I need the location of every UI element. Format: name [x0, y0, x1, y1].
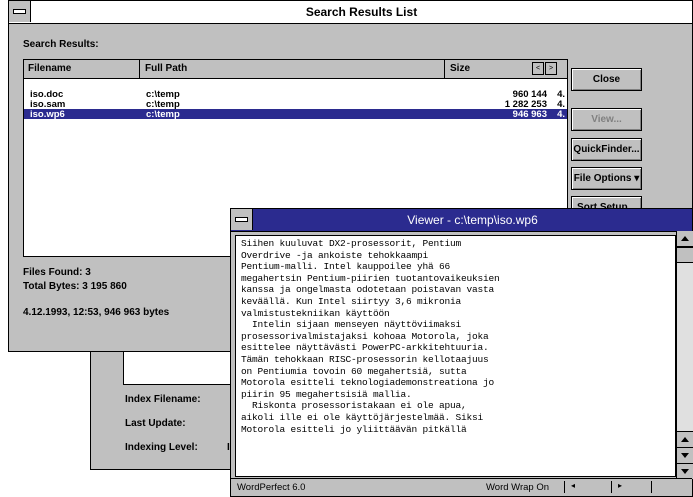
- search-window-title: Search Results List: [305, 5, 418, 19]
- table-row[interactable]: iso.sam c:\temp 1 282 253 4.: [24, 99, 567, 110]
- text-line: megahertsin Pentium-piirien tuotantovaik…: [241, 272, 500, 284]
- column-header-filename[interactable]: Filename: [28, 63, 71, 74]
- viewer-vertical-scrollbar[interactable]: [676, 231, 693, 479]
- indexing-level-label: Indexing Level:: [125, 442, 198, 453]
- text-line: Tämän tehokkaan RISC-prosessorin kellota…: [241, 353, 489, 365]
- total-bytes-text: Total Bytes: 3 195 860: [23, 281, 127, 292]
- text-line: prosessorivalmistajaksi kohoaa Motorola,…: [241, 330, 489, 342]
- text-line: kanssa ja ongelmasta odotetaan poistavan…: [241, 284, 495, 296]
- index-filename-label: Index Filename:: [125, 394, 201, 405]
- text-line: Riskonta prosessoristakaan ei ole apua,: [241, 400, 467, 412]
- viewer-text-area[interactable]: Siihen kuuluvat DX2-prosessorit, Pentium…: [235, 235, 676, 477]
- text-line: on Pentiumia tovoin 60 megahertsiä, sutt…: [241, 365, 467, 377]
- results-header: Filename Full Path Size < >: [24, 60, 567, 79]
- file-options-button[interactable]: File Options ▾: [571, 167, 642, 190]
- text-line: esittelee näyttävästi PowerPC-arkkitehtu…: [241, 342, 489, 354]
- search-title-bar[interactable]: Search Results List: [9, 1, 692, 24]
- text-line: Motorola esitteli teknologiademonstreati…: [241, 377, 495, 389]
- text-line: piirin 95 megahertsisiä mallia.: [241, 388, 412, 400]
- viewer-window-title: Viewer - c:\temp\iso.wp6: [407, 213, 538, 227]
- text-line: aikoli ille ei ole käyttöjärjestelmää. S…: [241, 411, 484, 423]
- text-line: Intelin sijaan menseyen näyttöviimaksi: [241, 319, 462, 331]
- scroll-down-arrow-icon[interactable]: [677, 447, 693, 463]
- text-line: Overdrive -ja ankoiste tehokkaampi: [241, 249, 429, 261]
- table-row-selected[interactable]: iso.wp6 c:\temp 946 963 4.: [24, 109, 567, 120]
- row-path: c:\temp: [146, 109, 180, 120]
- text-line: keväällä. Kun Intel siirtyy 3,6 mikronia: [241, 295, 462, 307]
- close-button[interactable]: Close: [571, 68, 642, 91]
- last-update-label: Last Update:: [125, 418, 186, 429]
- status-app-name: WordPerfect 6.0: [237, 482, 306, 493]
- status-prev-icon[interactable]: ◂: [564, 481, 581, 493]
- page-down-icon[interactable]: [677, 463, 693, 479]
- column-next-button[interactable]: >: [545, 62, 557, 75]
- row-size: 946 963: [512, 109, 547, 120]
- status-word-wrap: Word Wrap On: [486, 482, 550, 493]
- column-prev-button[interactable]: <: [532, 62, 544, 75]
- selected-file-info: 4.12.1993, 12:53, 946 963 bytes: [23, 307, 170, 318]
- row-extra: 4.: [557, 109, 565, 120]
- row-filename: iso.wp6: [30, 109, 65, 120]
- text-line: Motorola esitteli jo yliittäävän pitkäll…: [241, 423, 467, 435]
- column-header-size[interactable]: Size: [450, 63, 470, 74]
- page-up-icon[interactable]: [677, 431, 693, 447]
- system-menu-icon[interactable]: [231, 209, 253, 230]
- scroll-up-arrow-icon[interactable]: [677, 231, 693, 247]
- viewer-text: Siihen kuuluvat DX2-prosessorit, Pentium…: [241, 238, 500, 435]
- view-button[interactable]: View...: [571, 108, 642, 131]
- status-next-icon[interactable]: ▸: [611, 481, 628, 493]
- text-line: Siihen kuuluvat DX2-prosessorit, Pentium: [241, 238, 462, 249]
- scroll-thumb[interactable]: [677, 247, 693, 263]
- search-results-label: Search Results:: [23, 39, 99, 50]
- viewer-window: Viewer - c:\temp\iso.wp6 Siihen kuuluvat…: [230, 208, 693, 497]
- files-found-text: Files Found: 3: [23, 267, 91, 278]
- column-header-full-path[interactable]: Full Path: [145, 63, 187, 74]
- table-row[interactable]: iso.doc c:\temp 960 144 4.: [24, 89, 567, 100]
- viewer-title-bar[interactable]: Viewer - c:\temp\iso.wp6: [231, 209, 692, 232]
- system-menu-icon[interactable]: [9, 1, 31, 22]
- text-line: valmistustekniikan käyttöön: [241, 307, 390, 319]
- viewer-status-bar: WordPerfect 6.0 Word Wrap On ◂ ▸: [231, 478, 692, 496]
- quickfinder-button[interactable]: QuickFinder...: [571, 138, 642, 161]
- text-line: Pentium-malli. Intel kauppoilee yhä 66: [241, 261, 451, 273]
